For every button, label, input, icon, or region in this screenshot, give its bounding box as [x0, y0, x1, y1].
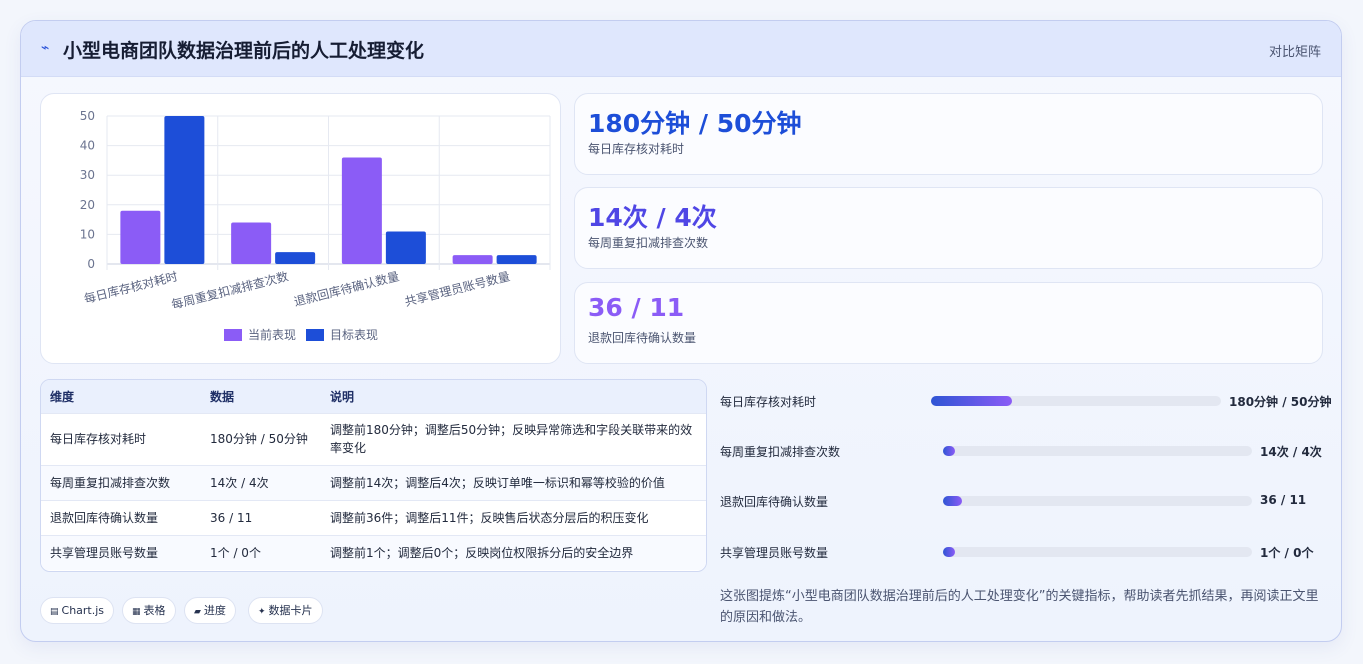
- column-header: 说明: [330, 389, 355, 404]
- x-tick-label: 每日库存核对耗时: [82, 268, 179, 306]
- bar-target: [385, 231, 426, 264]
- legend-label: 当前表现: [248, 327, 296, 342]
- legend-label: 目标表现: [330, 328, 378, 342]
- table-row: 共享管理员账号数量 1个 / 0个 调整前1个；调整后0个；反映岗位权限拆分后的…: [41, 535, 706, 570]
- cell-data: 1个 / 0个: [210, 545, 261, 560]
- trend-icon: ⌁: [41, 40, 50, 56]
- cell-dimension: 共享管理员账号数量: [50, 545, 159, 560]
- table-icon: ▦: [132, 607, 141, 617]
- column-header: 数据: [210, 389, 235, 404]
- bar-current: [452, 255, 493, 264]
- progress-value: 36 / 11: [1260, 493, 1307, 507]
- cell-data: 180分钟 / 50分钟: [210, 432, 308, 446]
- pill-label: 数据卡片: [268, 604, 313, 617]
- table-row: 每日库存核对耗时 180分钟 / 50分钟 调整前180分钟；调整后50分钟；反…: [41, 413, 706, 465]
- cell-description: 调整前14次；调整后4次；反映订单唯一标识和幂等校验的价值: [330, 475, 665, 490]
- bar-target: [496, 255, 537, 264]
- sparkle-icon: ✦: [258, 607, 266, 617]
- progress-value: 14次 / 4次: [1260, 445, 1322, 459]
- table-row: 每周重复扣减排查次数 14次 / 4次 调整前14次；调整后4次；反映订单唯一标…: [41, 465, 706, 500]
- cell-data: 36 / 11: [210, 510, 253, 525]
- card-header: ⌁ 小型电商团队数据治理前后的人工处理变化 对比矩阵: [21, 21, 1341, 77]
- bar-target: [275, 252, 316, 264]
- kpi-value: 36 / 11: [588, 293, 685, 322]
- bar-target: [164, 116, 205, 264]
- bar-chart: 0 10 20 30 40 50 每日库存核对耗时每周重复扣减排查次数 退款回库待确认数量 共享…: [80, 109, 551, 342]
- progress-label: 每日库存核对耗时: [720, 395, 817, 409]
- table-header-row: 维度 数据 说明: [41, 380, 706, 413]
- chart-icon: ▤: [50, 607, 59, 617]
- y-tick-label: 20: [80, 198, 95, 212]
- progress-label: 退款回库待确认数量: [720, 495, 829, 509]
- cell-dimension: 每日库存核对耗时: [50, 432, 147, 446]
- kpi-card-refund: 36 / 11 退款回库待确认数量: [574, 282, 1323, 364]
- legend-swatch: [224, 329, 242, 341]
- tag-data-card[interactable]: ✦ 数据卡片: [248, 597, 323, 624]
- kpi-value: 180分钟 / 50分钟: [588, 109, 802, 138]
- cell-description: 调整前1个；调整后0个；反映岗位权限拆分后的安全边界: [330, 545, 634, 560]
- x-tick-label: 共享管理员账号数量: [403, 268, 511, 309]
- bar-chart-panel: 0 10 20 30 40 50 每日库存核对耗时 每周重复扣减排查次数 退款回库待确认数量 共享…: [40, 93, 561, 364]
- kpi-value: 14次 / 4次: [588, 203, 717, 232]
- y-tick-label: 10: [80, 227, 95, 241]
- pill-label: 表格: [143, 604, 166, 617]
- y-tick-label: 50: [80, 109, 95, 123]
- y-tick-label: 30: [80, 168, 95, 182]
- summary-note: 这张图提炼“小型电商团队数据治理前后的人工处理变化”的关键指标，帮助读者先抓结果…: [720, 589, 1319, 625]
- cell-dimension: 每周重复扣减排查次数: [50, 475, 171, 490]
- cell-description: 调整前36件；调整后11件；反映售后状态分层后的积压变化: [330, 510, 649, 525]
- page-title: 小型电商团队数据治理前后的人工处理变化: [63, 40, 425, 62]
- progress-label: 每周重复扣减排查次数: [720, 445, 841, 459]
- progress-fill: [943, 547, 956, 557]
- progress-value: 1个 / 0个: [1260, 546, 1314, 560]
- kpi-card-deduction: 14次 / 4次 每周重复扣减排查次数: [574, 187, 1323, 269]
- progress-track: [943, 446, 1252, 456]
- cell-data: 14次 / 4次: [210, 475, 269, 490]
- tag-table[interactable]: ▦ 表格: [122, 597, 176, 624]
- progress-value: 180分钟 / 50分钟: [1229, 395, 1332, 409]
- progress-icon: ▰: [194, 607, 201, 617]
- progress-track: [943, 547, 1252, 557]
- kpi-label: 每周重复扣减排查次数: [588, 236, 709, 250]
- progress-track: [931, 396, 1221, 406]
- dashboard-card: ⌁ 小型电商团队数据治理前后的人工处理变化 对比矩阵 0 10 20 30 40 50 每日…: [20, 20, 1342, 642]
- tag-chartjs[interactable]: ▤ Chart.js: [40, 597, 115, 624]
- y-tick-label: 0: [87, 257, 95, 271]
- cell-description: 调整前180分钟；调整后50分钟；反映异常筛选和字段关联带来的效率变化: [330, 423, 693, 455]
- progress-label: 共享管理员账号数量: [720, 546, 829, 560]
- table-row: 退款回库待确认数量 36 / 11 调整前36件；调整后11件；反映售后状态分层…: [41, 500, 706, 535]
- bar-current: [341, 157, 382, 264]
- pill-label: 进度: [203, 604, 226, 617]
- progress-fill: [931, 396, 1013, 406]
- tag-progress[interactable]: ▰ 进度: [184, 597, 236, 624]
- cell-dimension: 退款回库待确认数量: [50, 510, 159, 525]
- x-tick-label: 每周重复扣减排查次数: [170, 268, 290, 312]
- kpi-label: 每日库存核对耗时: [588, 142, 685, 156]
- kpi-card-inventory: 180分钟 / 50分钟 每日库存核对耗时: [574, 93, 1323, 175]
- bar-current: [120, 210, 161, 264]
- column-header: 维度: [50, 389, 75, 404]
- bar-current: [231, 222, 272, 264]
- x-tick-label: 退款回库待确认数量: [292, 268, 400, 309]
- progress-fill: [943, 446, 956, 456]
- view-tag: 对比矩阵: [1268, 45, 1321, 60]
- metrics-table: 维度 数据 说明 每日库存核对耗时 180分钟 / 50分钟 调整前180分钟；…: [40, 379, 707, 572]
- pill-label: Chart.js: [61, 604, 105, 617]
- progress-fill: [943, 496, 962, 506]
- kpi-label: 退款回库待确认数量: [588, 331, 697, 345]
- progress-track: [943, 496, 1252, 506]
- y-tick-label: 40: [80, 139, 95, 153]
- legend-swatch: [306, 329, 324, 341]
